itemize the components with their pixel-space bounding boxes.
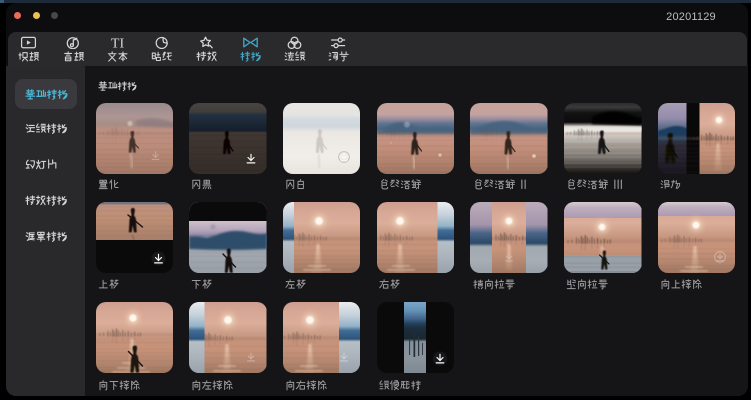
svg-text:TI: TI: [111, 37, 125, 50]
